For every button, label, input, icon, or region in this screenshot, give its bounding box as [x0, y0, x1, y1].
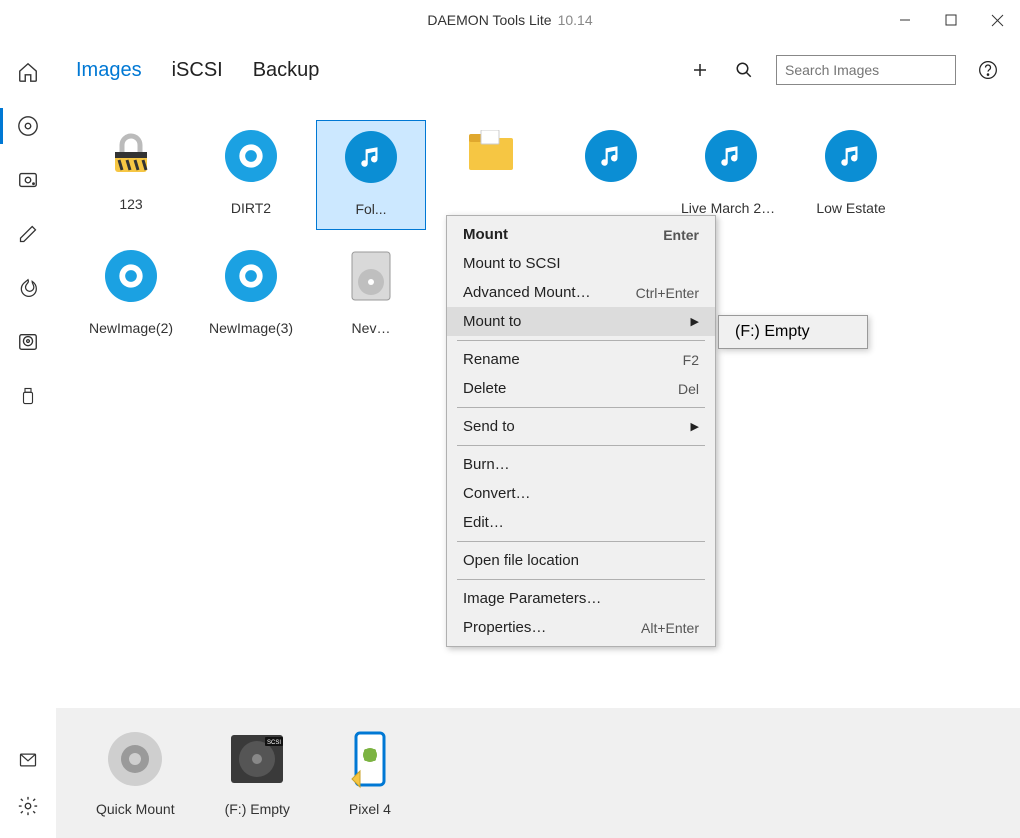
target-icon: [105, 250, 157, 302]
image-item[interactable]: Nev…: [316, 240, 426, 350]
menu-rename[interactable]: RenameF2: [447, 345, 715, 374]
menu-burn[interactable]: Burn…: [447, 450, 715, 479]
help-button[interactable]: [976, 58, 1000, 82]
drive-pixel4[interactable]: Pixel 4: [340, 729, 400, 817]
image-item[interactable]: DIRT2: [196, 120, 306, 230]
menu-separator: [457, 445, 705, 446]
menu-separator: [457, 579, 705, 580]
menu-send-to[interactable]: Send to▶: [447, 412, 715, 441]
drive-label: (F:) Empty: [225, 801, 290, 817]
sidebar-home[interactable]: [16, 60, 40, 84]
drive-f-empty[interactable]: SCSI (F:) Empty: [225, 729, 290, 817]
search-icon[interactable]: [732, 58, 756, 82]
menu-advanced-mount[interactable]: Advanced Mount…Ctrl+Enter: [447, 278, 715, 307]
menu-separator: [457, 340, 705, 341]
menu-edit[interactable]: Edit…: [447, 508, 715, 537]
item-label: NewImage(2): [89, 320, 173, 336]
submenu-arrow-icon: ▶: [691, 420, 699, 433]
image-item[interactable]: NewImage(2): [76, 240, 186, 350]
lock-icon: [107, 130, 155, 178]
item-label: 123: [119, 196, 142, 212]
sidebar-settings[interactable]: [16, 794, 40, 818]
menu-separator: [457, 541, 705, 542]
menu-separator: [457, 407, 705, 408]
drive-label: Quick Mount: [96, 801, 175, 817]
mount-to-submenu: (F:) Empty: [718, 315, 868, 349]
sidebar-drive[interactable]: [16, 168, 40, 192]
music-icon: [825, 130, 877, 182]
image-item[interactable]: Live March 20…: [676, 120, 786, 230]
image-item[interactable]: 123: [76, 120, 186, 230]
image-item[interactable]: Low Estate: [796, 120, 906, 230]
music-icon: [705, 130, 757, 182]
iso-icon: [350, 250, 392, 302]
quick-mount-icon: [105, 729, 165, 789]
tab-iscsi[interactable]: iSCSI: [172, 59, 223, 82]
submenu-arrow-icon: ▶: [691, 315, 699, 328]
content-area: Images iSCSI Backup 123 DIRT2 Fol.: [56, 40, 1020, 838]
sidebar: [0, 40, 56, 838]
image-item[interactable]: NewImage(3): [196, 240, 306, 350]
target-icon: [225, 130, 277, 182]
menu-mount[interactable]: MountEnter: [447, 220, 715, 249]
menu-delete[interactable]: DeleteDel: [447, 374, 715, 403]
phone-icon: [340, 729, 400, 789]
item-label: NewImage(3): [209, 320, 293, 336]
sidebar-burn[interactable]: [16, 276, 40, 300]
item-label: Fol...: [355, 201, 386, 217]
menu-convert[interactable]: Convert…: [447, 479, 715, 508]
window-controls: [882, 0, 1020, 40]
sidebar-edit[interactable]: [16, 222, 40, 246]
svg-text:SCSI: SCSI: [267, 740, 281, 746]
music-icon: [585, 130, 637, 182]
sidebar-images[interactable]: [16, 114, 40, 138]
item-label: DIRT2: [231, 200, 271, 216]
folder-icon: [466, 130, 516, 174]
drive-quick-mount[interactable]: Quick Mount: [96, 729, 175, 817]
item-label: Nev…: [352, 320, 391, 336]
menu-mount-scsi[interactable]: Mount to SCSI: [447, 249, 715, 278]
search-input[interactable]: [776, 55, 956, 85]
sidebar-news[interactable]: [16, 748, 40, 772]
maximize-button[interactable]: [928, 0, 974, 40]
submenu-f-empty[interactable]: (F:) Empty: [719, 316, 867, 348]
app-name: DAEMON Tools Lite: [427, 12, 551, 28]
context-menu: MountEnter Mount to SCSI Advanced Mount……: [446, 215, 716, 647]
tab-backup[interactable]: Backup: [253, 59, 320, 82]
add-button[interactable]: [688, 58, 712, 82]
music-icon: [345, 131, 397, 183]
target-icon: [225, 250, 277, 302]
toolbar: Images iSCSI Backup: [56, 40, 1020, 100]
tab-images[interactable]: Images: [76, 59, 142, 82]
app-version: 10.14: [558, 12, 593, 28]
scsi-drive-icon: SCSI: [227, 729, 287, 789]
image-item[interactable]: [436, 120, 546, 230]
title-bar: DAEMON Tools Lite 10.14: [0, 0, 1020, 40]
minimize-button[interactable]: [882, 0, 928, 40]
menu-mount-to[interactable]: Mount to▶: [447, 307, 715, 336]
drives-bar: Quick Mount SCSI (F:) Empty Pixel 4: [56, 708, 1020, 838]
image-item-selected[interactable]: Fol...: [316, 120, 426, 230]
menu-properties[interactable]: Properties…Alt+Enter: [447, 613, 715, 642]
drive-label: Pixel 4: [349, 801, 391, 817]
sidebar-usb[interactable]: [16, 384, 40, 408]
menu-open-location[interactable]: Open file location: [447, 546, 715, 575]
sidebar-hdd[interactable]: [16, 330, 40, 354]
menu-image-parameters[interactable]: Image Parameters…: [447, 584, 715, 613]
item-label: Live March 20…: [681, 200, 781, 216]
close-button[interactable]: [974, 0, 1020, 40]
image-item[interactable]: [556, 120, 666, 230]
item-label: Low Estate: [816, 200, 885, 216]
